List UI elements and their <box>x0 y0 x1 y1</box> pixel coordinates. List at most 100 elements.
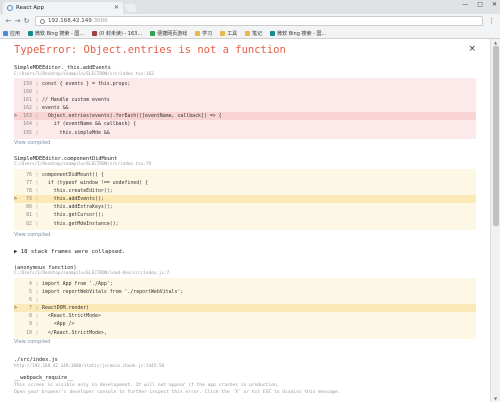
footer-line: Open your browser's developer console to… <box>14 390 341 395</box>
line-source: this.simpleMde && <box>42 129 110 136</box>
bookmark-folder-icon <box>245 30 251 36</box>
bookmark-item[interactable]: 笔记 <box>245 30 262 37</box>
line-source: this.addExtraKeys(); <box>42 204 113 211</box>
collapsed-frames-toggle[interactable]: ▶ 18 stack frames were collapsed. <box>14 249 125 255</box>
minimize-button[interactable]: — <box>462 1 468 8</box>
stack-frame-path[interactable]: C:/Users/1/Desktop/seampile/ELECTRON/src… <box>14 72 154 77</box>
line-source: this.getCursor(); <box>42 212 104 219</box>
close-overlay-icon[interactable]: × <box>468 44 476 54</box>
code-line: 81 | this.getCursor(); <box>14 211 476 219</box>
bookmark-item[interactable]: (0 封未读) - 163... <box>92 30 142 37</box>
line-number: 80 <box>26 204 32 211</box>
code-line: >79 | this.addEvents(); <box>14 195 476 204</box>
code-line: 78 | this.createEditor(); <box>14 187 476 195</box>
bookmark-folder-icon <box>195 30 201 36</box>
view-compiled-link[interactable]: View compiled <box>14 339 50 345</box>
gutter-separator: | <box>35 81 39 87</box>
bookmark-item[interactable]: 微软 Bing 搜索 - 国... <box>270 30 326 37</box>
maximize-button[interactable]: □ <box>477 1 483 8</box>
code-line: 162 | events && <box>14 104 476 112</box>
back-arrow-icon[interactable]: ← <box>4 17 13 25</box>
window-controls: — □ ✕ <box>462 1 497 8</box>
line-number: 78 <box>26 188 32 195</box>
close-window-button[interactable]: ✕ <box>492 1 497 8</box>
bookmark-label: 便捷网页游戏 <box>157 30 188 37</box>
new-tab-button[interactable] <box>124 4 138 12</box>
site-info-icon[interactable] <box>40 18 45 24</box>
tab-react-app[interactable]: React App ✕ <box>3 2 123 14</box>
reload-icon[interactable]: ↻ <box>22 17 31 25</box>
scrollbar[interactable]: ▲ ▼ <box>490 39 500 402</box>
bookmark-label: 微软 Bing 搜索 - 国... <box>35 30 85 37</box>
gutter-separator: | <box>35 180 39 187</box>
scroll-down-icon[interactable]: ▼ <box>494 396 497 401</box>
line-source: this.getMdeInstance(); <box>42 220 119 227</box>
line-source: <App /> <box>42 321 75 328</box>
line-source: import App from './App'; <box>42 281 113 287</box>
code-line: 160 | <box>14 88 476 96</box>
line-source: events && <box>42 105 69 112</box>
gutter-separator: | <box>35 196 39 203</box>
code-snippet: 76 | componentDidMount() {77 | if (typeof w… <box>14 169 476 230</box>
line-source: Object.entries(events).forEach(([eventNa… <box>42 113 222 120</box>
line-number: 160 <box>23 89 32 96</box>
line-number: 76 <box>26 172 32 178</box>
overlay-footer: This screen is visible only in developme… <box>14 382 340 396</box>
gutter-separator: | <box>35 97 39 104</box>
browser-menu-icon[interactable]: ⋮ <box>488 17 495 25</box>
line-source: if (eventName && callback) { <box>42 121 137 128</box>
bookmark-item[interactable]: 微软 Bing 搜索 - 国... <box>28 30 84 37</box>
gutter-separator: | <box>35 220 39 227</box>
code-line: >7 | ReactDOM.render( <box>14 304 476 313</box>
scrollbar-thumb[interactable] <box>493 46 499 226</box>
gutter-separator: | <box>35 129 39 136</box>
line-number: 10 <box>26 329 32 336</box>
gutter-separator: | <box>35 321 39 328</box>
gutter-separator: | <box>35 113 39 120</box>
gutter-separator: | <box>35 105 39 112</box>
error-overlay: TypeError: Object.entries is not a funct… <box>0 39 490 402</box>
tab-bar: React App ✕ — □ ✕ <box>0 0 500 14</box>
bookmark-item[interactable]: 应用 <box>3 30 20 37</box>
code-line: 82 | this.getMdeInstance(); <box>14 220 476 228</box>
stack-frame-path[interactable]: C:/Users/1/Desktop/seampile/ELECTRON/lea… <box>14 271 169 276</box>
code-line: 5 | import reportWebVitals from './reportW… <box>14 288 476 296</box>
line-number: 7 <box>29 305 32 312</box>
stack-frame-path[interactable]: http://192.168.42.149:3000/static/js/mai… <box>14 364 164 369</box>
gutter-separator: | <box>35 204 39 211</box>
code-line: 8 | <React.StrictMode> <box>14 312 476 320</box>
line-source: this.createEditor(); <box>42 188 113 195</box>
gutter-separator: | <box>35 305 39 312</box>
view-compiled-link[interactable]: View compiled <box>14 232 50 238</box>
bookmark-item[interactable]: 学习 <box>195 30 212 37</box>
view-compiled-link[interactable]: View compiled <box>14 140 50 146</box>
bookmark-folder-icon <box>150 30 156 36</box>
line-number: 162 <box>23 105 32 112</box>
gutter-separator: | <box>35 289 39 296</box>
line-number: 79 <box>26 196 32 203</box>
gutter-separator: | <box>35 281 39 287</box>
line-number: 164 <box>23 121 32 128</box>
bookmark-folder-icon <box>220 30 226 36</box>
react-favicon-icon <box>7 5 13 11</box>
line-number: 161 <box>23 97 32 104</box>
line-number: 77 <box>26 180 32 187</box>
bookmark-item[interactable]: 便捷网页游戏 <box>150 30 187 37</box>
gutter-separator: | <box>35 172 39 178</box>
line-number: 9 <box>29 321 32 328</box>
stack-frame-path[interactable]: C:/Users/1/Desktop/seampile/ELECTRON/src… <box>14 162 151 167</box>
line-number: 82 <box>26 220 32 227</box>
bookmark-item[interactable]: 工具 <box>220 30 237 37</box>
scroll-up-icon[interactable]: ▲ <box>494 40 497 45</box>
tab-close-icon[interactable]: ✕ <box>114 4 119 11</box>
code-line: 165 | this.simpleMde && <box>14 129 476 137</box>
code-line: 161 |// Handle custom events <box>14 96 476 104</box>
url-input[interactable]: 192.168.42.149:3000 <box>35 16 483 26</box>
address-bar: ← → ↻ 192.168.42.149:3000 ⋮ <box>0 14 500 28</box>
forward-arrow-icon[interactable]: → <box>13 17 22 25</box>
code-snippet: 4 | import App from './App'; 5 | import repor… <box>14 278 476 339</box>
url-port: :3000 <box>91 18 108 24</box>
bookmark-label: 学习 <box>202 30 213 37</box>
code-line: 164 | if (eventName && callback) { <box>14 120 476 128</box>
line-number: 159 <box>23 81 32 87</box>
